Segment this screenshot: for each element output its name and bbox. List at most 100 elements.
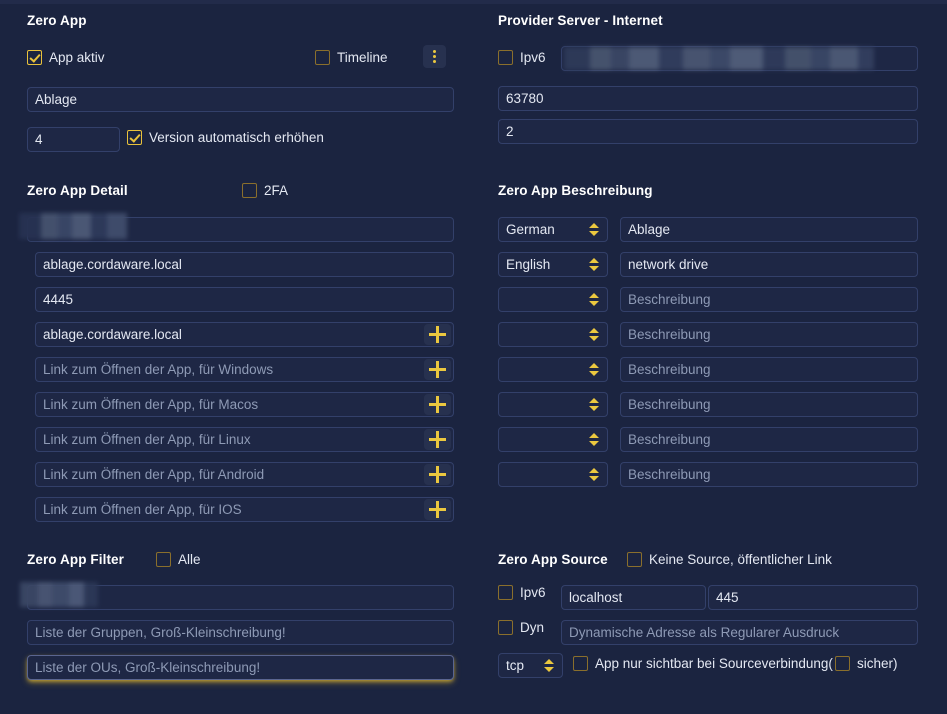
filter-all-label: Alle	[178, 552, 201, 567]
provider-ipv6-checkbox[interactable]	[498, 50, 513, 65]
description-text-input[interactable]: Beschreibung	[620, 357, 918, 382]
description-language-select[interactable]	[498, 322, 608, 347]
description-text-input[interactable]: Beschreibung	[620, 322, 918, 347]
source-ipv6-checkbox[interactable]	[498, 585, 513, 600]
filter-redacted-input[interactable]	[27, 585, 454, 610]
auto-version-checkbox-row[interactable]: Version automatisch erhöhen	[127, 130, 324, 145]
provider-address-input[interactable]	[561, 46, 918, 71]
visible-only-checkbox-row[interactable]: App nur sichtbar bei Sourceverbindung(	[573, 656, 833, 671]
link-input-ios[interactable]: Link zum Öffnen der App, für IOS	[35, 497, 454, 522]
link-input-default[interactable]: ablage.cordaware.local	[35, 322, 454, 347]
plus-icon[interactable]	[424, 394, 451, 415]
secure-checkbox[interactable]	[835, 656, 850, 671]
filter-all-checkbox-row[interactable]: Alle	[156, 552, 201, 567]
no-source-checkbox[interactable]	[627, 552, 642, 567]
chevron-updown-icon[interactable]	[589, 257, 600, 272]
visible-only-checkbox[interactable]	[573, 656, 588, 671]
zero-app-section-title: Zero App	[27, 13, 87, 28]
secure-label: sicher)	[857, 656, 898, 671]
filter-ous-input[interactable]: Liste der OUs, Groß-Kleinschreibung!	[27, 655, 454, 680]
chevron-updown-icon[interactable]	[589, 397, 600, 412]
plus-icon[interactable]	[424, 359, 451, 380]
plus-icon[interactable]	[424, 429, 451, 450]
plus-icon[interactable]	[424, 324, 451, 345]
link-row: Link zum Öffnen der App, für Macos	[35, 392, 454, 417]
description-language-select[interactable]	[498, 287, 608, 312]
timeline-label: Timeline	[337, 50, 388, 65]
window-top-strip	[0, 0, 947, 4]
link-input-macos[interactable]: Link zum Öffnen der App, für Macos	[35, 392, 454, 417]
description-text-input[interactable]: Beschreibung	[620, 462, 918, 487]
source-protocol-value: tcp	[506, 658, 525, 673]
source-dyn-input[interactable]: Dynamische Adresse als Regularer Ausdruc…	[561, 620, 918, 645]
description-language-value: German	[506, 222, 555, 237]
provider-ipv6-label: Ipv6	[520, 50, 546, 65]
chevron-updown-icon[interactable]	[589, 327, 600, 342]
app-active-label: App aktiv	[49, 50, 105, 65]
chevron-updown-icon[interactable]	[589, 432, 600, 447]
link-input-android[interactable]: Link zum Öffnen der App, für Android	[35, 462, 454, 487]
app-active-checkbox[interactable]	[27, 50, 42, 65]
link-row: Link zum Öffnen der App, für Android	[35, 462, 454, 487]
visible-only-label: App nur sichtbar bei Sourceverbindung(	[595, 656, 833, 671]
filter-groups-input[interactable]: Liste der Gruppen, Groß-Kleinschreibung!	[27, 620, 454, 645]
twofa-checkbox[interactable]	[242, 183, 257, 198]
provider-port-input[interactable]: 63780	[498, 86, 918, 111]
app-name-input[interactable]: Ablage	[27, 87, 454, 112]
zero-app-detail-section-title: Zero App Detail	[27, 183, 128, 198]
source-dyn-checkbox-row[interactable]: Dyn	[498, 620, 544, 635]
source-section-title: Zero App Source	[498, 552, 608, 567]
twofa-checkbox-row[interactable]: 2FA	[242, 183, 288, 198]
twofa-label: 2FA	[264, 183, 289, 198]
link-row: Link zum Öffnen der App, für Windows	[35, 357, 454, 382]
kebab-menu-icon[interactable]	[423, 45, 446, 68]
chevron-updown-icon[interactable]	[589, 292, 600, 307]
description-language-select[interactable]: English	[498, 252, 608, 277]
timeline-checkbox-row[interactable]: Timeline	[315, 50, 388, 65]
description-language-select[interactable]	[498, 357, 608, 382]
provider-ipv6-checkbox-row[interactable]: Ipv6	[498, 50, 546, 65]
plus-icon[interactable]	[424, 464, 451, 485]
app-menu-button[interactable]	[423, 45, 446, 68]
no-source-checkbox-row[interactable]: Keine Source, öffentlicher Link	[627, 552, 832, 567]
app-version-input[interactable]: 4	[27, 127, 120, 152]
description-text-input[interactable]: Beschreibung	[620, 392, 918, 417]
chevron-updown-icon[interactable]	[589, 467, 600, 482]
description-language-select[interactable]	[498, 392, 608, 417]
provider-count-input[interactable]: 2	[498, 119, 918, 144]
link-row: Link zum Öffnen der App, für IOS	[35, 497, 454, 522]
filter-all-checkbox[interactable]	[156, 552, 171, 567]
source-dyn-checkbox[interactable]	[498, 620, 513, 635]
description-language-select[interactable]	[498, 462, 608, 487]
chevron-updown-icon[interactable]	[589, 222, 600, 237]
description-text-input[interactable]: Beschreibung	[620, 427, 918, 452]
source-dyn-label: Dyn	[520, 620, 545, 635]
link-row: ablage.cordaware.local	[35, 322, 454, 347]
description-text-input[interactable]: Beschreibung	[620, 287, 918, 312]
detail-redacted-input[interactable]	[27, 217, 454, 242]
description-language-select[interactable]	[498, 427, 608, 452]
source-ipv6-label: Ipv6	[520, 585, 546, 600]
description-language-select[interactable]: German	[498, 217, 608, 242]
zero-app-filter-section-title: Zero App Filter	[27, 552, 125, 567]
source-ipv6-checkbox-row[interactable]: Ipv6	[498, 585, 546, 600]
app-active-checkbox-row[interactable]: App aktiv	[27, 50, 105, 65]
link-input-linux[interactable]: Link zum Öffnen der App, für Linux	[35, 427, 454, 452]
plus-icon[interactable]	[424, 499, 451, 520]
detail-port-input[interactable]: 4445	[35, 287, 454, 312]
chevron-updown-icon[interactable]	[544, 658, 555, 673]
timeline-checkbox[interactable]	[315, 50, 330, 65]
chevron-updown-icon[interactable]	[589, 362, 600, 377]
no-source-label: Keine Source, öffentlicher Link	[649, 552, 832, 567]
source-host-input[interactable]: localhost	[561, 585, 706, 610]
description-section-title: Zero App Beschreibung	[498, 183, 653, 198]
source-protocol-select[interactable]: tcp	[498, 653, 563, 678]
zero-app-settings-panel: Zero App App aktiv Timeline Ablage 4 Ver…	[0, 0, 947, 714]
secure-checkbox-row[interactable]: sicher)	[835, 656, 898, 671]
detail-host-input[interactable]: ablage.cordaware.local	[35, 252, 454, 277]
link-input-windows[interactable]: Link zum Öffnen der App, für Windows	[35, 357, 454, 382]
source-port-input[interactable]: 445	[708, 585, 918, 610]
description-text-input[interactable]: Ablage	[620, 217, 918, 242]
description-text-input[interactable]: network drive	[620, 252, 918, 277]
auto-version-checkbox[interactable]	[127, 130, 142, 145]
